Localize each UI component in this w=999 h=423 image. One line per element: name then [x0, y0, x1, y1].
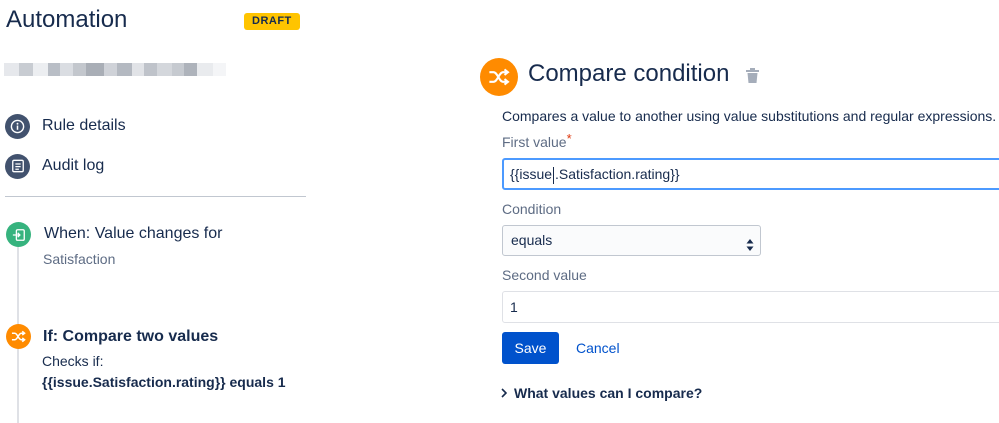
first-value-text-after-caret: .Satisfaction.rating}} — [555, 166, 680, 182]
condition-step-line1: Checks if: — [42, 353, 104, 369]
trigger-icon[interactable] — [6, 222, 31, 247]
first-value-text-before-caret: {{issue — [510, 166, 553, 182]
second-value-label: Second value — [502, 267, 587, 283]
condition-selected-value: equals — [511, 232, 553, 248]
panel-description: Compares a value to another using value … — [502, 108, 997, 124]
second-value-input[interactable]: 1 — [502, 291, 999, 323]
redacted-rule-name — [4, 63, 226, 76]
first-value-label: First value* — [502, 131, 572, 150]
divider — [5, 196, 306, 197]
chevron-right-icon — [501, 388, 507, 398]
info-icon — [5, 113, 30, 139]
save-button[interactable]: Save — [502, 332, 559, 364]
condition-select[interactable]: equals — [502, 225, 761, 256]
condition-step-line2: {{issue.Satisfaction.rating}} equals 1 — [42, 374, 286, 390]
first-value-label-text: First value — [502, 134, 567, 150]
nav-item-rule-details[interactable]: Rule details — [5, 113, 126, 139]
help-toggle[interactable]: What values can I compare? — [501, 385, 702, 401]
draft-badge: DRAFT — [244, 13, 300, 30]
nav-item-audit-log[interactable]: Audit log — [5, 153, 104, 179]
shuffle-icon — [480, 58, 518, 96]
cancel-button[interactable]: Cancel — [576, 340, 620, 356]
list-icon — [5, 153, 30, 179]
shuffle-icon[interactable] — [6, 324, 31, 349]
app-title: Automation — [6, 6, 128, 33]
nav-item-label: Audit log — [42, 157, 105, 174]
text-caret — [553, 166, 555, 184]
nav-item-label: Rule details — [42, 117, 126, 134]
trigger-step-title[interactable]: When: Value changes for — [44, 225, 222, 243]
condition-step-title[interactable]: If: Compare two values — [43, 328, 218, 346]
condition-label: Condition — [502, 201, 562, 217]
panel-title: Compare condition — [528, 60, 730, 87]
trigger-step-subtitle: Satisfaction — [43, 251, 116, 267]
trash-icon[interactable] — [746, 68, 759, 89]
first-value-input[interactable]: {{issue .Satisfaction.rating}} — [502, 158, 999, 190]
select-arrows-icon — [746, 233, 754, 262]
required-mark: * — [566, 131, 572, 146]
help-toggle-label: What values can I compare? — [514, 385, 703, 401]
